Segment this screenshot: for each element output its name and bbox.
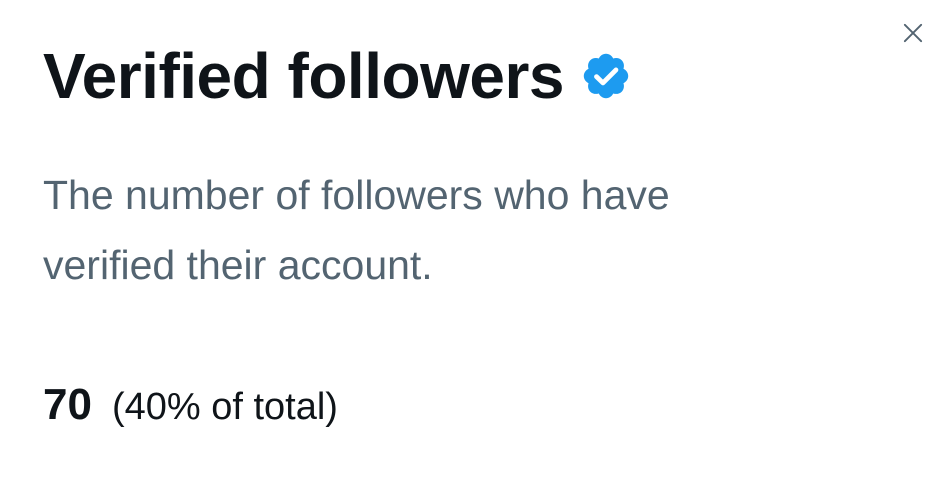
- close-button[interactable]: [896, 16, 930, 50]
- verified-check-icon: [583, 53, 629, 99]
- stat-row: 70 (40% of total): [43, 380, 338, 440]
- title-row: Verified followers: [43, 38, 632, 114]
- verified-followers-count: 70: [43, 380, 92, 429]
- dialog-description: The number of followers who have verifie…: [43, 172, 670, 288]
- verified-followers-dialog: Verified followers The number of followe…: [0, 0, 948, 483]
- dialog-title: Verified followers: [43, 40, 564, 112]
- verified-followers-percent: (40% of total): [111, 386, 338, 428]
- close-icon: [903, 23, 923, 43]
